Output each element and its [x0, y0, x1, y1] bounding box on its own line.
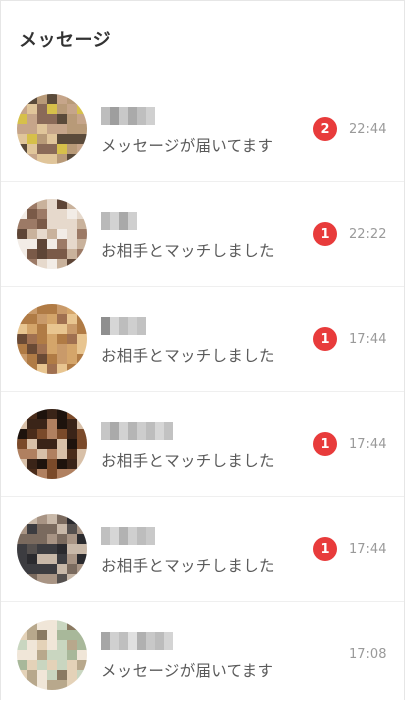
blurred-block [101, 211, 110, 230]
conversation-meta: 2 22:44 [313, 117, 386, 141]
conversation-item[interactable]: お相手とマッチしました 1 17:44 [1, 287, 404, 392]
unread-badge: 2 [313, 117, 337, 141]
blurred-block [101, 316, 110, 335]
avatar [17, 409, 87, 479]
timestamp: 17:44 [349, 436, 387, 452]
blurred-block [110, 316, 119, 335]
blurred-block [101, 632, 110, 650]
conversation-item[interactable]: お相手とマッチしました 1 17:44 [1, 392, 404, 497]
blurred-block [137, 316, 146, 335]
blurred-block [119, 526, 128, 545]
blurred-block [101, 421, 110, 440]
blurred-block [146, 526, 155, 545]
avatar [17, 514, 87, 584]
blurred-block [146, 106, 155, 125]
blurred-block [164, 632, 173, 650]
avatar-photo-pixelated [17, 94, 87, 164]
avatar-photo-pixelated [17, 199, 87, 269]
blurred-block [146, 421, 155, 440]
conversation-item[interactable]: お相手とマッチしました 1 17:44 [1, 497, 404, 602]
conversation-meta: 1 17:44 [313, 327, 386, 351]
avatar-photo-pixelated [17, 619, 87, 690]
blurred-block [155, 421, 164, 440]
timestamp: 22:44 [349, 121, 387, 137]
timestamp: 17:44 [349, 331, 387, 347]
blurred-block [137, 421, 146, 440]
avatar [17, 94, 87, 164]
conversation-meta: 1 17:44 [313, 432, 386, 456]
blurred-block [137, 106, 146, 125]
blurred-block [119, 421, 128, 440]
unread-badge: 1 [313, 327, 337, 351]
blurred-block [128, 106, 137, 125]
blurred-block [110, 211, 119, 230]
blurred-block [164, 421, 173, 440]
avatar [17, 304, 87, 374]
conversation-list: メッセージが届いてます 2 22:44 お相手とマッチしました 1 22:22 … [1, 77, 404, 707]
timestamp: 17:08 [349, 647, 387, 662]
conversation-meta: 1 17:44 [313, 537, 386, 561]
conversation-item[interactable]: お相手とマッチしました 1 22:22 [1, 182, 404, 287]
blurred-block [128, 211, 137, 230]
avatar-photo-pixelated [17, 514, 87, 584]
blurred-block [101, 526, 110, 545]
page-title: メッセージ [19, 30, 112, 51]
unread-badge: 1 [313, 222, 337, 246]
blurred-block [119, 632, 128, 650]
blurred-block [137, 632, 146, 650]
blurred-block [128, 421, 137, 440]
avatar [17, 199, 87, 269]
unread-badge: 1 [313, 432, 337, 456]
conversation-item[interactable]: メッセージが届いてます 17:08 [1, 602, 404, 707]
messages-panel: メッセージ メッセージが届いてます 2 22:44 お相手とマッチしました 1 … [0, 0, 405, 700]
avatar [17, 619, 87, 690]
timestamp: 22:22 [349, 226, 387, 242]
avatar-photo-pixelated [17, 409, 87, 479]
blurred-block [137, 526, 146, 545]
conversation-item[interactable]: メッセージが届いてます 2 22:44 [1, 77, 404, 182]
blurred-block [101, 106, 110, 125]
blurred-block [128, 632, 137, 650]
blurred-block [119, 316, 128, 335]
blurred-block [128, 526, 137, 545]
conversation-meta: 17:08 [313, 643, 386, 667]
header: メッセージ [1, 1, 404, 77]
blurred-block [110, 526, 119, 545]
blurred-block [146, 632, 155, 650]
blurred-block [110, 421, 119, 440]
blurred-block [119, 211, 128, 230]
blurred-block [128, 316, 137, 335]
blurred-block [119, 106, 128, 125]
blurred-block [110, 106, 119, 125]
timestamp: 17:44 [349, 541, 387, 557]
avatar-photo-pixelated [17, 304, 87, 374]
conversation-meta: 1 22:22 [313, 222, 386, 246]
blurred-block [155, 632, 164, 650]
blurred-block [110, 632, 119, 650]
unread-badge: 1 [313, 537, 337, 561]
